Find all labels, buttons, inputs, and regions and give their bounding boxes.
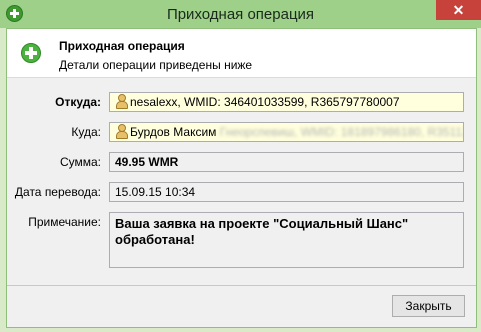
dialog-body: Приходная операция Детали операции приве… — [6, 28, 477, 328]
to-obscured-details: Гнеорспевиш, WMID: 181897986180, R351128… — [219, 125, 463, 139]
date-label: Дата перевода: — [14, 185, 101, 199]
dialog-header: Приходная операция Детали операции приве… — [7, 29, 476, 78]
header-title: Приходная операция — [59, 39, 185, 53]
date-field[interactable]: 15.09.15 10:34 — [109, 182, 464, 202]
title-bar: Приходная операция ✕ — [0, 0, 481, 28]
from-label: Откуда: — [55, 95, 101, 109]
close-button[interactable]: Закрыть — [392, 295, 465, 317]
to-label: Куда: — [71, 125, 101, 139]
header-subtitle: Детали операции приведены ниже — [59, 58, 253, 72]
plus-icon — [21, 43, 41, 63]
note-field[interactable]: Ваша заявка на проекте "Социальный Шанс"… — [109, 212, 464, 268]
from-value: nesalexx, WMID: 346401033599, R365797780… — [130, 95, 400, 109]
window-close-button[interactable]: ✕ — [436, 0, 481, 20]
from-field[interactable]: nesalexx, WMID: 346401033599, R365797780… — [109, 92, 464, 112]
window-title: Приходная операция — [166, 6, 315, 23]
amount-field[interactable]: 49.95 WMR — [109, 152, 464, 172]
to-value: Бурдов Максим — [130, 125, 217, 139]
note-label: Примечание: — [28, 215, 101, 229]
amount-label: Сумма: — [59, 155, 101, 169]
user-icon — [115, 94, 128, 109]
footer-divider — [7, 285, 476, 286]
user-icon — [115, 124, 128, 139]
to-field[interactable]: Бурдов Максим Гнеорспевиш, WMID: 1818979… — [109, 122, 464, 142]
